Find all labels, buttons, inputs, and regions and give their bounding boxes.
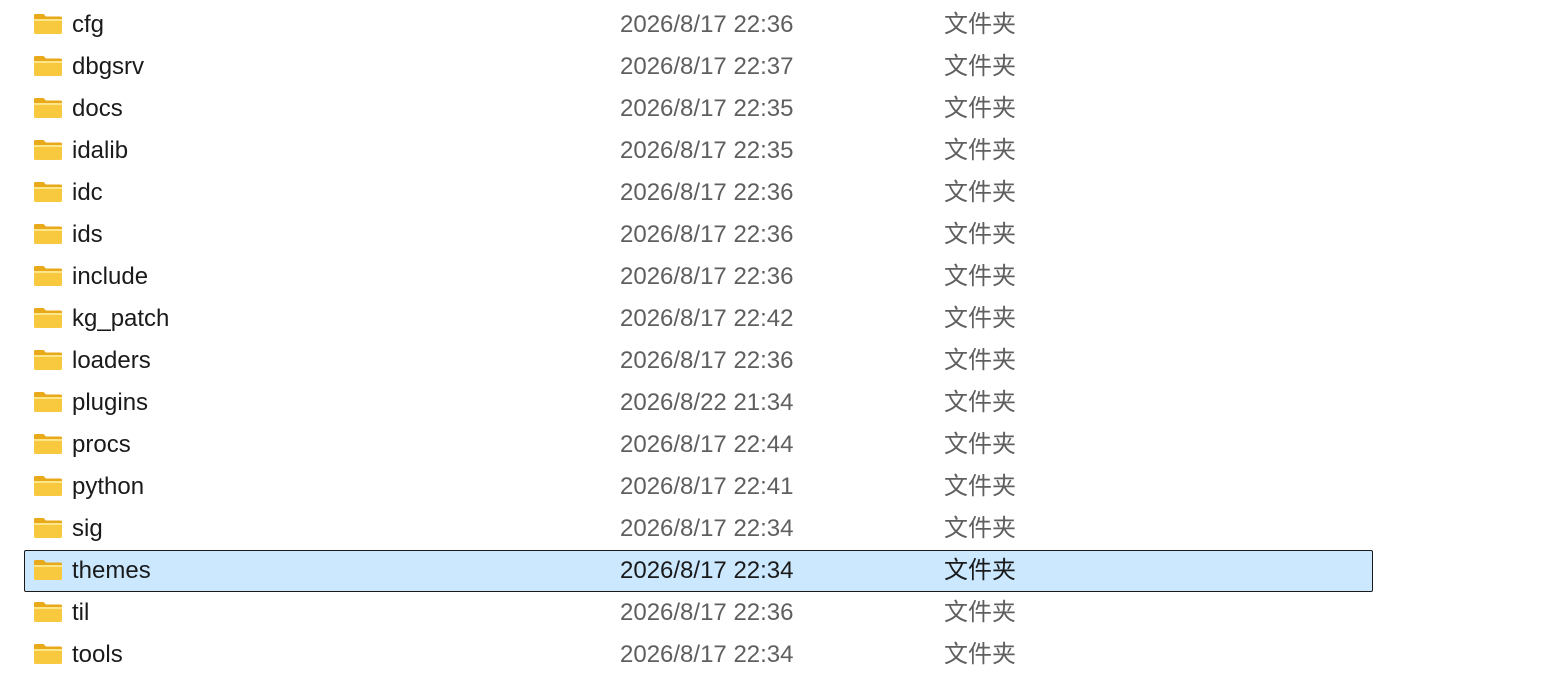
file-row-themes[interactable]: themes 2026/8/17 22:34 文件夹 — [0, 550, 1557, 592]
file-row-loaders[interactable]: loaders 2026/8/17 22:36 文件夹 — [0, 340, 1557, 382]
file-type: 文件夹 — [944, 473, 1016, 500]
file-row-docs[interactable]: docs 2026/8/17 22:35 文件夹 — [0, 88, 1557, 130]
folder-icon[interactable] — [33, 307, 63, 329]
file-type: 文件夹 — [944, 347, 1016, 374]
folder-icon[interactable] — [33, 559, 63, 581]
file-row-sig[interactable]: sig 2026/8/17 22:34 文件夹 — [0, 508, 1557, 550]
file-list: cfg 2026/8/17 22:36 文件夹 dbgsrv 2026/8/17 22:… — [0, 4, 1557, 676]
file-name[interactable]: ids — [72, 214, 103, 256]
file-name[interactable]: til — [72, 592, 89, 634]
folder-icon[interactable] — [33, 391, 63, 413]
modified-date: 2026/8/17 22:36 — [620, 179, 794, 206]
folder-icon[interactable] — [33, 601, 63, 623]
modified-date: 2026/8/17 22:36 — [620, 11, 794, 38]
file-row-ids[interactable]: ids 2026/8/17 22:36 文件夹 — [0, 214, 1557, 256]
folder-icon[interactable] — [33, 433, 63, 455]
folder-icon[interactable] — [33, 475, 63, 497]
modified-date: 2026/8/17 22:36 — [620, 347, 794, 374]
folder-icon[interactable] — [33, 97, 63, 119]
file-type: 文件夹 — [944, 515, 1016, 542]
folder-icon[interactable] — [33, 223, 63, 245]
folder-icon[interactable] — [33, 349, 63, 371]
file-type: 文件夹 — [944, 389, 1016, 416]
modified-date: 2026/8/17 22:36 — [620, 221, 794, 248]
file-name[interactable]: themes — [72, 550, 151, 592]
file-name[interactable]: cfg — [72, 4, 104, 46]
file-type: 文件夹 — [944, 305, 1016, 332]
file-name[interactable]: dbgsrv — [72, 46, 144, 88]
modified-date: 2026/8/17 22:37 — [620, 53, 794, 80]
file-row-procs[interactable]: procs 2026/8/17 22:44 文件夹 — [0, 424, 1557, 466]
file-name[interactable]: include — [72, 256, 148, 298]
file-row-til[interactable]: til 2026/8/17 22:36 文件夹 — [0, 592, 1557, 634]
file-type: 文件夹 — [944, 95, 1016, 122]
file-name[interactable]: plugins — [72, 382, 148, 424]
file-type: 文件夹 — [944, 557, 1016, 584]
modified-date: 2026/8/22 21:34 — [620, 389, 794, 416]
file-name[interactable]: procs — [72, 424, 131, 466]
modified-date: 2026/8/17 22:34 — [620, 557, 794, 584]
folder-icon[interactable] — [33, 181, 63, 203]
file-type: 文件夹 — [944, 179, 1016, 206]
modified-date: 2026/8/17 22:36 — [620, 263, 794, 290]
file-type: 文件夹 — [944, 53, 1016, 80]
file-row-tools[interactable]: tools 2026/8/17 22:34 文件夹 — [0, 634, 1557, 676]
file-name[interactable]: python — [72, 466, 144, 508]
file-name[interactable]: loaders — [72, 340, 151, 382]
file-type: 文件夹 — [944, 641, 1016, 668]
modified-date: 2026/8/17 22:44 — [620, 431, 794, 458]
folder-icon[interactable] — [33, 265, 63, 287]
file-row-python[interactable]: python 2026/8/17 22:41 文件夹 — [0, 466, 1557, 508]
file-row-kg-patch[interactable]: kg_patch 2026/8/17 22:42 文件夹 — [0, 298, 1557, 340]
file-name[interactable]: idalib — [72, 130, 128, 172]
modified-date: 2026/8/17 22:35 — [620, 137, 794, 164]
modified-date: 2026/8/17 22:42 — [620, 305, 794, 332]
file-name[interactable]: idc — [72, 172, 103, 214]
file-row-plugins[interactable]: plugins 2026/8/22 21:34 文件夹 — [0, 382, 1557, 424]
file-type: 文件夹 — [944, 11, 1016, 38]
file-name[interactable]: docs — [72, 88, 123, 130]
file-row-idalib[interactable]: idalib 2026/8/17 22:35 文件夹 — [0, 130, 1557, 172]
folder-icon[interactable] — [33, 643, 63, 665]
file-name[interactable]: sig — [72, 508, 103, 550]
file-type: 文件夹 — [944, 599, 1016, 626]
file-type: 文件夹 — [944, 221, 1016, 248]
file-row-include[interactable]: include 2026/8/17 22:36 文件夹 — [0, 256, 1557, 298]
file-type: 文件夹 — [944, 431, 1016, 458]
folder-icon[interactable] — [33, 517, 63, 539]
folder-icon[interactable] — [33, 139, 63, 161]
file-row-idc[interactable]: idc 2026/8/17 22:36 文件夹 — [0, 172, 1557, 214]
file-row-cfg[interactable]: cfg 2026/8/17 22:36 文件夹 — [0, 4, 1557, 46]
file-type: 文件夹 — [944, 263, 1016, 290]
modified-date: 2026/8/17 22:34 — [620, 515, 794, 542]
file-row-dbgsrv[interactable]: dbgsrv 2026/8/17 22:37 文件夹 — [0, 46, 1557, 88]
file-name[interactable]: tools — [72, 634, 123, 676]
modified-date: 2026/8/17 22:36 — [620, 599, 794, 626]
modified-date: 2026/8/17 22:34 — [620, 641, 794, 668]
file-type: 文件夹 — [944, 137, 1016, 164]
folder-icon[interactable] — [33, 13, 63, 35]
modified-date: 2026/8/17 22:35 — [620, 95, 794, 122]
modified-date: 2026/8/17 22:41 — [620, 473, 794, 500]
folder-icon[interactable] — [33, 55, 63, 77]
file-name[interactable]: kg_patch — [72, 298, 169, 340]
